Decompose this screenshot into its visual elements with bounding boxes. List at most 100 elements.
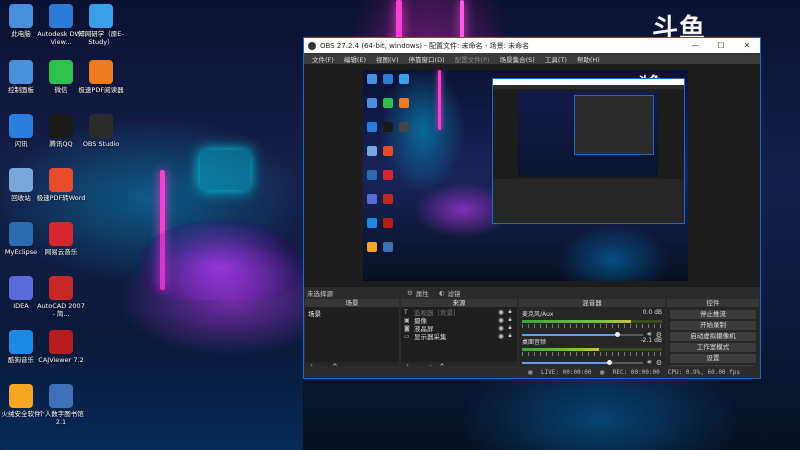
nested-preview-area	[493, 89, 684, 179]
preview-canvas[interactable]: 斗鱼	[363, 70, 688, 281]
scene-item[interactable]: 场景	[305, 307, 399, 319]
desktop-icon-label: 极速PDF转Word	[36, 194, 86, 202]
desktop-icon[interactable]: AutoCAD 2007 - 简...	[36, 276, 86, 318]
visibility-eye-icon[interactable]: ◉	[496, 316, 506, 324]
no-source-label: 未选择源	[307, 290, 333, 298]
mixer-dock-title: 混音器	[519, 299, 665, 307]
stop-streaming-button[interactable]: 停止推流	[670, 310, 756, 319]
preview-desktop-icon	[367, 74, 377, 84]
nested-canvas	[518, 91, 658, 177]
desktop-icon-label: 网易云音乐	[44, 248, 78, 256]
obs-logo-icon	[308, 41, 316, 50]
desktop-icon-label: 个人数字图书馆2.1	[38, 410, 84, 426]
camera-icon: ◙	[404, 324, 410, 332]
huorong-icon	[9, 384, 33, 408]
preview-desktop-icon	[383, 242, 393, 252]
desktop-icon[interactable]: 个人数字图书馆2.1	[36, 384, 86, 426]
car-glow	[140, 220, 300, 300]
source-row[interactable]: ▭ 显示器采集 ◉ 🔒︎	[401, 332, 517, 341]
desktop-icon[interactable]: CAJViewer 7.2	[36, 330, 86, 364]
pdf-reader-icon	[89, 60, 113, 84]
pdf-to-word-icon	[49, 168, 73, 192]
preview-desktop-icon	[383, 98, 393, 108]
menu-docks[interactable]: 停靠窗口(D)	[404, 54, 450, 64]
nested-docks	[493, 179, 684, 223]
wechat-icon	[49, 60, 73, 84]
filter-icon: ◐	[438, 289, 445, 297]
preview-desktop-icon	[383, 194, 393, 204]
meter-fill	[522, 320, 632, 323]
sources-dock-title: 来源	[401, 299, 517, 307]
properties-button[interactable]: ⚙ 属性	[407, 288, 429, 298]
lock-icon[interactable]: 🔒︎	[506, 324, 514, 332]
myeclipse-icon	[9, 222, 33, 246]
volume-slider[interactable]	[522, 360, 644, 365]
minimize-button[interactable]: —	[682, 41, 708, 50]
obs-icon	[89, 114, 113, 138]
preview-desktop-icon	[367, 122, 377, 132]
close-button[interactable]: ✕	[734, 41, 760, 50]
kugou-icon	[9, 330, 33, 354]
meter-scale	[522, 352, 662, 356]
preview-desktop-icon	[367, 170, 377, 180]
start-recording-button[interactable]: 开始录制	[670, 321, 756, 330]
menu-scene-collection[interactable]: 场景集合(S)	[495, 54, 540, 64]
menu-file[interactable]: 文件(F)	[307, 54, 339, 64]
menu-help[interactable]: 帮助(H)	[572, 54, 605, 64]
visibility-eye-icon[interactable]: ◉	[496, 332, 506, 340]
visibility-eye-icon[interactable]: ◉	[496, 308, 506, 316]
settings-button[interactable]: 设置	[670, 354, 756, 363]
preview-desktop-icon	[367, 194, 377, 204]
preview-desktop-icon	[399, 98, 409, 108]
maximize-button[interactable]: ☐	[708, 41, 734, 50]
sources-list[interactable]: T 监视器（背景） ◉ 🔒︎ ▣ 摄像 ◉ 🔒︎ ◙ 液晶屏 ◉ 🔒︎ ▭ 显示…	[401, 307, 517, 362]
controls-dock-title: 控件	[667, 299, 759, 307]
lock-icon[interactable]: 🔒︎	[506, 332, 514, 340]
nested-title-bar	[493, 79, 684, 85]
desktop-icon[interactable]: OBS Studio	[76, 114, 126, 148]
scenes-dock-title: 场景	[305, 299, 399, 307]
channel-name: 桌面音频	[522, 339, 547, 346]
neon-sign	[200, 150, 250, 190]
channel-db: -2.1 dB	[640, 337, 662, 344]
menu-edit[interactable]: 编辑(E)	[339, 54, 371, 64]
desktop-icon[interactable]: 极速PDF阅读器	[76, 60, 126, 94]
window-title: OBS 27.2.4 (64-bit, windows) - 配置文件: 未命名…	[320, 41, 530, 50]
slider-handle[interactable]	[607, 360, 613, 365]
lock-icon[interactable]: 🔒︎	[506, 316, 514, 324]
start-virtual-camera-button[interactable]: 启动虚拟摄像机	[670, 332, 756, 341]
control-panel-icon	[9, 60, 33, 84]
menu-view[interactable]: 视图(V)	[371, 54, 404, 64]
lock-icon[interactable]: 🔒︎	[506, 308, 514, 316]
desktop-icon[interactable]: 网易云音乐	[36, 222, 86, 256]
rec-indicator-icon: ●	[599, 368, 605, 376]
visibility-eye-icon[interactable]: ◉	[496, 324, 506, 332]
neon-strip	[460, 0, 464, 40]
preview-desktop-icon	[383, 122, 393, 132]
idea-icon	[9, 276, 33, 300]
desktop-icon-label: 极速PDF阅读器	[78, 86, 124, 94]
studio-mode-button[interactable]: 工作室模式	[670, 343, 756, 352]
library-icon	[49, 384, 73, 408]
image-icon: ▣	[404, 316, 410, 324]
preview-area[interactable]: 斗鱼	[304, 64, 760, 286]
title-bar[interactable]: OBS 27.2.4 (64-bit, windows) - 配置文件: 未命名…	[304, 38, 760, 53]
meter-scale	[522, 324, 662, 328]
preview-desktop-icon	[367, 242, 377, 252]
desktop-icon-label: 知网研学（原E-Study）	[78, 30, 124, 46]
desktop-icon-label: AutoCAD 2007 - 简...	[37, 302, 85, 318]
netease-music-icon	[49, 222, 73, 246]
mixer-channel: 桌面音频 -2.1 dB 🔊︎ ⚙	[519, 335, 665, 367]
autocad-icon	[49, 276, 73, 300]
qq-icon	[49, 114, 73, 138]
filters-button[interactable]: ◐ 滤镜	[439, 288, 461, 298]
obs-window[interactable]: OBS 27.2.4 (64-bit, windows) - 配置文件: 未命名…	[303, 37, 761, 379]
desktop-icon[interactable]: 知网研学（原E-Study）	[76, 4, 126, 46]
scenes-list[interactable]: 场景	[305, 307, 399, 362]
menu-tools[interactable]: 工具(T)	[540, 54, 572, 64]
desktop-icon[interactable]: 极速PDF转Word	[36, 168, 86, 202]
menu-profile[interactable]: 配置文件(P)	[450, 54, 495, 64]
scenes-dock: 场景 场景 + − ⌃ ⌄	[305, 299, 399, 374]
context-bar: 未选择源 ⚙ 属性 ◐ 滤镜	[304, 286, 760, 299]
preview-desktop-icon	[383, 74, 393, 84]
